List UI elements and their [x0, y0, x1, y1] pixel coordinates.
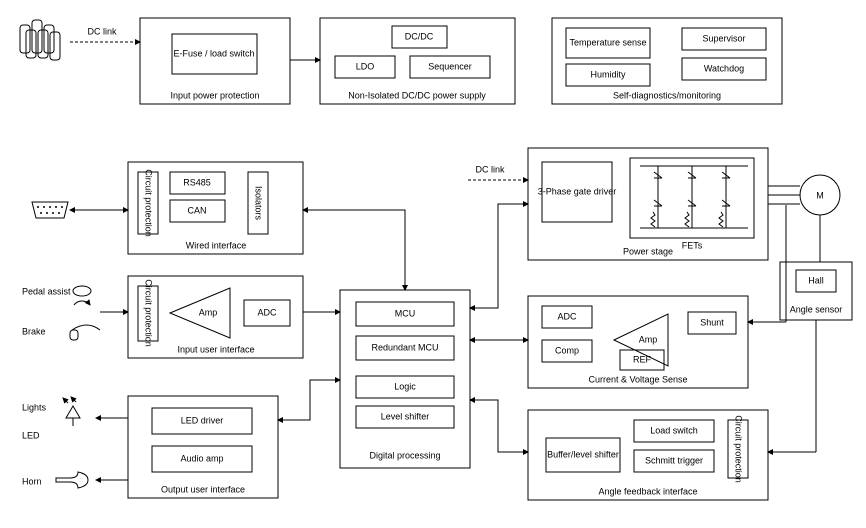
dc-link-label-2: DC link — [475, 164, 505, 174]
input-power-protection-block: E-Fuse / load switch Input power protect… — [140, 18, 290, 104]
digital-processing-block: MCU Redundant MCU Logic Level shifter Di… — [340, 290, 470, 468]
angle-sensor-label: Angle sensor — [790, 304, 843, 314]
circuit-protection-label-2: Circuit protection — [144, 279, 154, 347]
brake-icon — [70, 325, 100, 340]
adc-label-2: ADC — [557, 311, 577, 321]
mcu-label: MCU — [395, 308, 416, 318]
circuit-protection-label-1: Circuit protection — [144, 169, 154, 237]
led-driver-label: LED driver — [181, 415, 224, 425]
motor-label: M — [816, 190, 824, 200]
dcdc-label: DC/DC — [405, 31, 434, 41]
lights-label: Lights — [22, 402, 47, 412]
cv-sense-label: Current & Voltage Sense — [588, 374, 687, 384]
logic-label: Logic — [394, 381, 416, 391]
brake-label: Brake — [22, 326, 46, 336]
amp-label-2: Amp — [639, 334, 658, 344]
dc-link-label-1: DC link — [87, 26, 117, 36]
input-ui-label: Input user interface — [177, 344, 254, 354]
hall-label: Hall — [808, 275, 824, 285]
power-stage-label: Power stage — [623, 246, 673, 256]
input-power-protection-label: Input power protection — [170, 90, 259, 100]
rs485-label: RS485 — [183, 177, 211, 187]
fets-label: FETs — [682, 240, 703, 250]
led-icon — [63, 397, 80, 426]
ref-label: REF — [633, 354, 652, 364]
wired-interface-block: Circuit protection RS485 CAN Isolators W… — [128, 162, 303, 254]
angle-feedback-interface-block: Buffer/level shifter Load switch Schmitt… — [528, 410, 768, 500]
angle-feedback-label: Angle feedback interface — [598, 486, 697, 496]
output-ui-label: Output user interface — [161, 484, 245, 494]
schmitt-label: Schmitt trigger — [645, 455, 703, 465]
gate-driver-label: 3-Phase gate driver — [538, 186, 617, 196]
temp-sense-label: Temperature sense — [569, 37, 646, 47]
level-shifter-label: Level shifter — [381, 411, 430, 421]
led-label: LED — [22, 430, 40, 440]
comp-label: Comp — [555, 345, 579, 355]
digital-processing-label: Digital processing — [369, 450, 440, 460]
self-diagnostics-block: Temperature sense Supervisor Humidity Wa… — [552, 18, 782, 104]
non-isolated-dcdc-block: DC/DC LDO Sequencer Non-Isolated DC/DC p… — [320, 18, 515, 104]
battery-pack-icon — [20, 20, 60, 60]
load-switch-label: Load switch — [650, 425, 698, 435]
audio-amp-label: Audio amp — [180, 453, 223, 463]
supervisor-label: Supervisor — [702, 33, 745, 43]
power-stage-block: 3-Phase gate driver FETs Power stage — [528, 148, 768, 260]
self-diag-label: Self-diagnostics/monitoring — [613, 90, 721, 100]
horn-icon — [56, 472, 88, 488]
block-diagram: DC link E-Fuse / load switch Input power… — [0, 0, 866, 528]
angle-sensor-block: Hall Angle sensor — [780, 262, 852, 320]
current-voltage-sense-block: ADC Comp Amp REF Shunt Current & Voltage… — [528, 296, 748, 388]
can-label: CAN — [187, 205, 206, 215]
circuit-protection-label-3: Circuit protection — [734, 415, 744, 483]
motor-icon: M — [800, 175, 840, 215]
shunt-label: Shunt — [700, 317, 724, 327]
pedal-assist-label: Pedal assist — [22, 286, 71, 296]
input-user-interface-block: Circuit protection Amp ADC Input user in… — [128, 276, 303, 358]
db9-icon — [32, 202, 68, 218]
amp-label-1: Amp — [199, 307, 218, 317]
adc-label-1: ADC — [257, 307, 277, 317]
wired-interface-label: Wired interface — [186, 240, 247, 250]
horn-label: Horn — [22, 476, 42, 486]
ldo-label: LDO — [356, 61, 375, 71]
output-user-interface-block: LED driver Audio amp Output user interfa… — [128, 396, 278, 498]
watchdog-label: Watchdog — [704, 63, 744, 73]
isolators-label: Isolators — [254, 186, 264, 221]
sequencer-label: Sequencer — [428, 61, 472, 71]
buffer-level-label: Buffer/level shifter — [547, 449, 619, 459]
humidity-label: Humidity — [590, 69, 626, 79]
efuse-label: E-Fuse / load switch — [173, 48, 254, 58]
redundant-mcu-label: Redundant MCU — [371, 342, 438, 352]
non-isolated-label: Non-Isolated DC/DC power supply — [348, 90, 486, 100]
pedal-assist-icon — [73, 286, 91, 305]
